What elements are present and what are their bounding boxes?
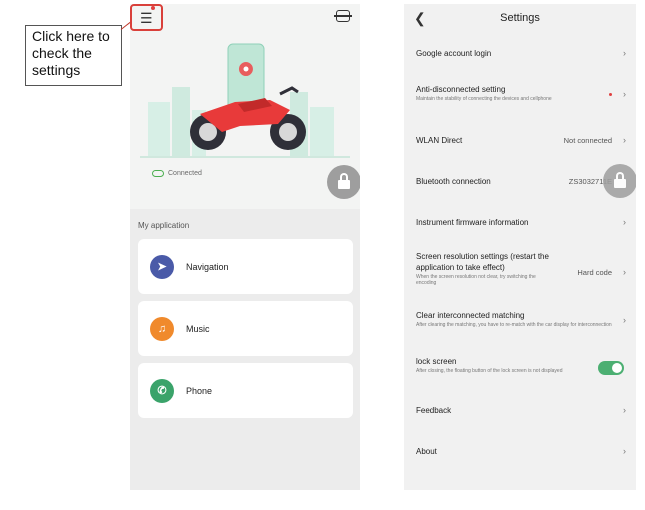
setting-title: Clear interconnected matching: [416, 311, 525, 320]
settings-screen: ❮ Settings Google account login › Anti-d…: [404, 4, 636, 490]
page-title: Settings: [500, 12, 540, 24]
motorcycle-illustration: [140, 43, 350, 158]
lock-screen-button[interactable]: [603, 164, 636, 198]
my-application-section: My application ➤ Navigation ♫ Music ✆ Ph…: [130, 211, 360, 490]
lock-screen-button[interactable]: [327, 165, 360, 199]
setting-title: Feedback: [416, 406, 452, 415]
setting-clear-interconnected-matching[interactable]: Clear interconnected matching After clea…: [404, 310, 636, 328]
lock-screen-toggle[interactable]: [598, 361, 624, 375]
setting-description: When the screen resolution not clear, tr…: [416, 274, 536, 286]
hero-panel: ☰ Connected: [130, 4, 360, 209]
chevron-right-icon: ›: [623, 405, 626, 415]
setting-feedback[interactable]: Feedback ›: [404, 405, 636, 416]
connection-status: Connected: [152, 170, 202, 177]
lock-icon: [614, 172, 626, 188]
setting-google-account-login[interactable]: Google account login ›: [404, 48, 636, 59]
chevron-right-icon: ›: [623, 267, 626, 277]
settings-header: ❮ Settings: [404, 4, 636, 34]
setting-title: Google account login: [416, 49, 492, 58]
setting-instrument-firmware[interactable]: Instrument firmware information ›: [404, 217, 636, 228]
setting-description: After clearing the matching, you have to…: [416, 322, 612, 328]
chevron-right-icon: ›: [623, 135, 626, 145]
link-icon: [152, 170, 164, 177]
chevron-right-icon: ›: [623, 48, 626, 58]
setting-value: Not connected: [563, 136, 612, 145]
chevron-right-icon: ›: [623, 315, 626, 325]
app-label: Music: [186, 323, 210, 334]
setting-about[interactable]: About ›: [404, 446, 636, 457]
navigation-icon: ➤: [150, 254, 174, 279]
app-label: Phone: [186, 385, 213, 396]
section-title: My application: [138, 221, 190, 230]
home-screen: ☰ Connected My application ➤ Navigation …: [130, 4, 360, 490]
app-phone[interactable]: ✆ Phone: [138, 363, 353, 418]
music-icon: ♫: [150, 316, 174, 341]
settings-hint-callout: Click here to check the settings: [25, 25, 122, 86]
setting-screen-resolution[interactable]: Screen resolution settings (restart the …: [404, 251, 636, 286]
setting-anti-disconnected[interactable]: Anti-disconnected setting Maintain the s…: [404, 84, 636, 102]
setting-description: After closing, the floating button of th…: [416, 368, 563, 374]
chevron-right-icon: ›: [623, 446, 626, 456]
app-navigation[interactable]: ➤ Navigation: [138, 239, 353, 294]
setting-title: Anti-disconnected setting: [416, 85, 506, 94]
setting-description: Maintain the stability of connecting the…: [416, 96, 552, 102]
phone-icon: ✆: [150, 378, 174, 403]
notification-dot: [609, 93, 612, 96]
app-label: Navigation: [186, 261, 229, 272]
setting-title: lock screen: [416, 357, 457, 366]
chevron-right-icon: ›: [623, 217, 626, 227]
setting-title: Instrument firmware information: [416, 218, 529, 227]
setting-bluetooth-connection[interactable]: Bluetooth connection ZS3032711E: [404, 176, 636, 187]
connection-status-label: Connected: [168, 170, 202, 177]
app-music[interactable]: ♫ Music: [138, 301, 353, 356]
setting-value: Hard code: [577, 268, 612, 277]
setting-title: About: [416, 447, 437, 456]
chevron-right-icon: ›: [623, 89, 626, 99]
setting-wlan-direct[interactable]: WLAN Direct Not connected ›: [404, 135, 636, 146]
setting-lock-screen: lock screen After closing, the floating …: [404, 356, 636, 375]
lock-icon: [338, 173, 350, 189]
setting-title: Screen resolution settings (restart the …: [416, 252, 549, 272]
menu-highlight-box: [130, 4, 163, 31]
scan-icon[interactable]: [334, 10, 352, 22]
